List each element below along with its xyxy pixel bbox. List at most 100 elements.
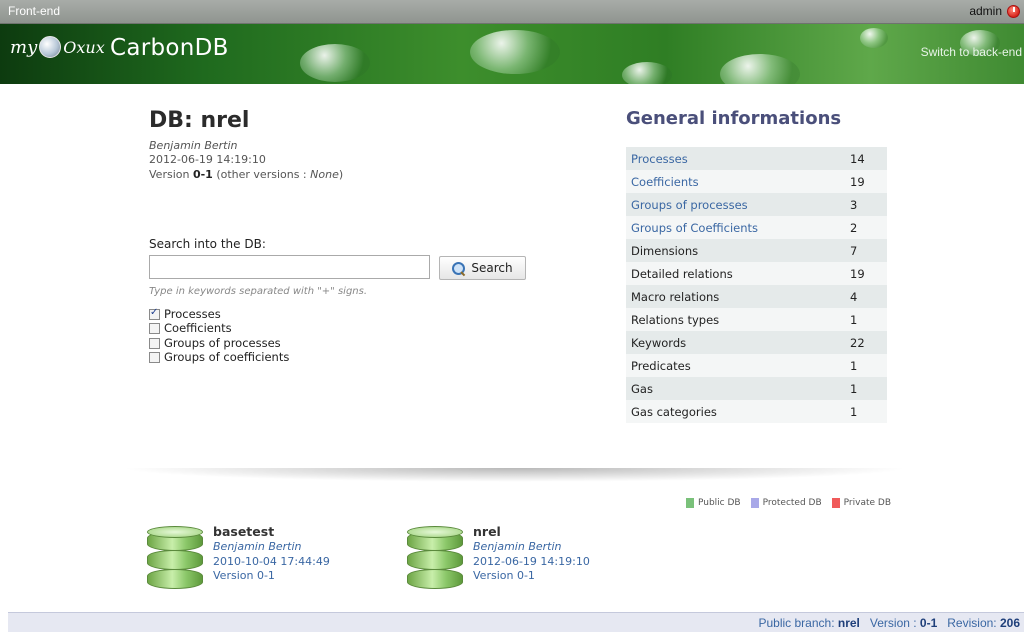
filter-processes[interactable]: Processes: [149, 307, 221, 321]
info-label[interactable]: Coefficients: [626, 170, 845, 193]
info-label[interactable]: Groups of processes: [626, 193, 845, 216]
info-value: 7: [850, 243, 858, 258]
checkbox-groups-of-coefficients[interactable]: [149, 351, 160, 363]
legend-label-protected: Protected DB: [762, 498, 822, 508]
footer-status: Public branch: nrel Version : 0-1 Revisi…: [758, 616, 1020, 630]
footer-version: 0-1: [919, 616, 938, 630]
legend-item-public: Public DB: [686, 498, 741, 508]
header-banner: my Oxux CarbonDB Switch to back-end: [0, 24, 1024, 84]
db-legend: Public DB Protected DB Private DB: [686, 498, 891, 508]
globe-icon: [39, 36, 62, 58]
branch-name: nrel: [837, 616, 860, 630]
table-row[interactable]: Coefficients 19: [626, 170, 887, 193]
db-card-date: 2010-10-04 17:44:49: [213, 555, 330, 568]
filter-groups-of-processes[interactable]: Groups of processes: [149, 336, 281, 350]
legend-swatch-private: [831, 498, 840, 508]
branch-prefix: Public branch:: [758, 616, 838, 630]
switch-to-back-end-link[interactable]: Switch to back-end: [921, 45, 1022, 59]
search-input[interactable]: [149, 255, 430, 279]
legend-label-public: Public DB: [698, 498, 741, 508]
general-info-table: Processes 14 Coefficients 19 Groups of pro…: [626, 147, 887, 423]
info-value: 14: [850, 151, 865, 166]
db-card-basetest[interactable]: basetest Benjamin Bertin 2010-10-04 17:4…: [147, 523, 367, 593]
info-label: Detailed relations: [631, 266, 733, 281]
table-row[interactable]: Processes 14: [626, 147, 887, 170]
checkbox-processes[interactable]: [149, 307, 160, 320]
legend-label-private: Private DB: [843, 498, 891, 508]
info-label: Macro relations: [631, 289, 720, 304]
table-row[interactable]: Groups of Coefficients 2: [626, 216, 887, 239]
info-value: 1: [850, 312, 858, 327]
footer-status-bar: Public branch: nrel Version : 0-1 Revisi…: [8, 612, 1024, 632]
page-title: DB: nrel: [149, 108, 250, 133]
info-value: 19: [850, 174, 865, 189]
section-separator: [120, 468, 910, 482]
db-card-nrel[interactable]: nrel Benjamin Bertin 2012-06-19 14:19:10…: [407, 523, 627, 593]
db-card-name[interactable]: nrel: [473, 524, 501, 539]
legend-swatch-public: [686, 498, 694, 508]
magnifier-icon: [452, 261, 466, 275]
revision-number: 206: [999, 616, 1020, 630]
checkbox-coefficients[interactable]: [149, 322, 160, 334]
info-value: 2: [850, 220, 858, 235]
filter-coefficients[interactable]: Coefficients: [149, 321, 232, 335]
checkbox-groups-of-processes[interactable]: [149, 337, 160, 349]
search-button-label: Search: [471, 261, 513, 275]
filter-processes-label: Processes: [164, 307, 221, 321]
search-hint: Type in keywords separated with "+" sign…: [149, 286, 368, 297]
filter-groups-of-coefficients-label: Groups of coefficients: [164, 350, 290, 364]
table-row[interactable]: Groups of processes 3: [626, 193, 887, 216]
db-author: Benjamin Bertin: [149, 139, 238, 152]
search-label: Search into the DB:: [149, 237, 266, 251]
info-label: Dimensions: [631, 243, 699, 258]
database-icon-segment: [147, 569, 203, 589]
water-drop-decoration: [300, 44, 370, 82]
other-versions-prefix: (other versions :: [212, 168, 311, 181]
db-card-name[interactable]: basetest: [213, 524, 274, 539]
myoxux-logo[interactable]: my Oxux: [10, 36, 105, 58]
app-title[interactable]: CarbonDB: [110, 35, 229, 61]
db-card-date: 2012-06-19 14:19:10: [473, 555, 590, 568]
table-row: Detailed relations 19: [626, 262, 887, 285]
filter-groups-of-coefficients[interactable]: Groups of coefficients: [149, 350, 289, 364]
top-bar: Front-end admin: [0, 0, 1024, 24]
table-row: Gas categories 1: [626, 400, 887, 423]
other-versions-suffix: ): [338, 168, 344, 181]
info-value: 3: [850, 197, 858, 212]
revision-prefix: Revision:: [937, 616, 1000, 630]
info-label: Relations types: [631, 312, 720, 327]
table-row: Gas 1: [626, 377, 887, 400]
water-drop-decoration: [470, 30, 560, 74]
logout-power-icon[interactable]: [1007, 5, 1020, 18]
search-button[interactable]: Search: [439, 256, 526, 280]
table-row: Predicates 1: [626, 354, 887, 377]
database-icon: [147, 523, 203, 589]
version-prefix: Version: [149, 168, 193, 181]
db-date: 2012-06-19 14:19:10: [149, 153, 266, 166]
info-label[interactable]: Groups of Coefficients: [626, 216, 845, 239]
database-icon-top: [407, 526, 463, 538]
username[interactable]: admin: [969, 4, 1002, 18]
database-icon-top: [147, 526, 203, 538]
table-row: Relations types 1: [626, 308, 887, 331]
database-icon-segment: [407, 569, 463, 589]
general-info-title: General informations: [626, 108, 842, 129]
version-number: 0-1: [192, 168, 213, 181]
logo-my-text: my: [10, 36, 38, 58]
db-version-line: Version 0-1 (other versions : None): [149, 168, 343, 181]
info-label: Keywords: [631, 335, 687, 350]
info-value: 19: [850, 266, 865, 281]
info-label[interactable]: Processes: [626, 147, 845, 170]
front-end-label: Front-end: [8, 4, 61, 18]
info-value: 1: [850, 381, 858, 396]
footer-version-prefix: Version :: [859, 616, 920, 630]
filter-coefficients-label: Coefficients: [164, 321, 232, 335]
db-card-author: Benjamin Bertin: [213, 540, 302, 553]
legend-item-protected: Protected DB: [750, 498, 822, 508]
legend-swatch-protected: [750, 498, 759, 508]
logo-brand-text: Oxux: [63, 37, 105, 57]
info-value: 1: [850, 404, 858, 419]
info-label: Gas categories: [631, 404, 717, 419]
info-value: 22: [850, 335, 865, 350]
database-icon: [407, 523, 463, 589]
